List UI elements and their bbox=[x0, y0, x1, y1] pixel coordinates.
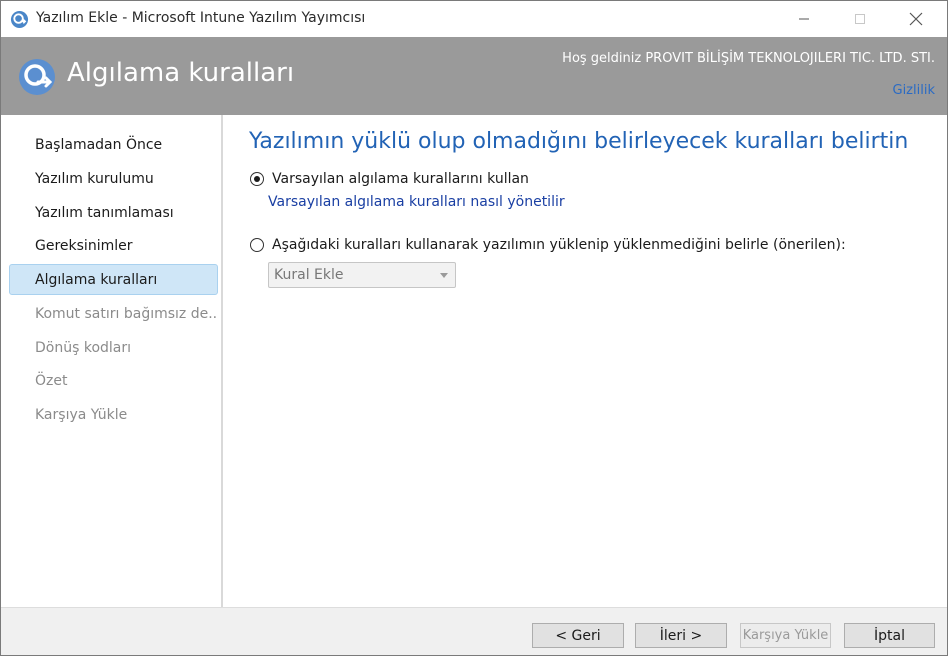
page-title: Algılama kuralları bbox=[67, 58, 295, 88]
maximize-button[interactable] bbox=[837, 1, 883, 37]
back-button[interactable]: < Geri bbox=[532, 623, 624, 648]
sidebar-item-return-codes[interactable]: Dönüş kodları bbox=[9, 332, 218, 363]
section-heading: Yazılımın yüklü olup olmadığını belirley… bbox=[249, 129, 909, 154]
close-button[interactable] bbox=[893, 1, 939, 37]
window-title: Yazılım Ekle - Microsoft Intune Yazılım … bbox=[36, 10, 366, 26]
installer-window: Yazılım Ekle - Microsoft Intune Yazılım … bbox=[0, 0, 948, 656]
wizard-steps-sidebar: Başlamadan Önce Yazılım kurulumu Yazılım… bbox=[1, 115, 223, 607]
sidebar-item-detection-rules[interactable]: Algılama kuralları bbox=[9, 264, 218, 295]
sidebar-item-command-line[interactable]: Komut satırı bağımsız de... bbox=[9, 298, 218, 329]
custom-rules-radio[interactable] bbox=[250, 238, 264, 252]
intune-app-icon bbox=[10, 10, 29, 29]
sidebar-item-requirements[interactable]: Gereksinimler bbox=[9, 230, 218, 261]
page-header: Algılama kuralları Hoş geldiniz PROVIT B… bbox=[1, 37, 947, 115]
sidebar-item-software-setup[interactable]: Yazılım kurulumu bbox=[9, 163, 218, 194]
title-bar: Yazılım Ekle - Microsoft Intune Yazılım … bbox=[1, 1, 947, 37]
add-rule-dropdown-value: Kural Ekle bbox=[274, 267, 344, 283]
sidebar-item-upload[interactable]: Karşıya Yükle bbox=[9, 399, 218, 430]
default-rules-label[interactable]: Varsayılan algılama kurallarını kullan bbox=[272, 171, 529, 187]
add-rule-dropdown[interactable]: Kural Ekle bbox=[268, 262, 456, 288]
chevron-down-icon bbox=[440, 273, 448, 278]
welcome-text: Hoş geldiniz PROVIT BİLİŞİM TEKNOLOJILER… bbox=[562, 51, 935, 66]
next-button[interactable]: İleri > bbox=[635, 623, 727, 648]
sidebar-item-summary[interactable]: Özet bbox=[9, 365, 218, 396]
main-content: Yazılımın yüklü olup olmadığını belirley… bbox=[225, 115, 947, 607]
maximize-icon bbox=[855, 14, 865, 24]
privacy-link[interactable]: Gizlilik bbox=[893, 83, 936, 98]
default-rules-help-link[interactable]: Varsayılan algılama kuralları nasıl yöne… bbox=[268, 194, 565, 210]
minimize-icon bbox=[799, 18, 809, 20]
sidebar-item-before-you-begin[interactable]: Başlamadan Önce bbox=[9, 129, 218, 160]
default-rules-radio[interactable] bbox=[250, 172, 264, 186]
cancel-button[interactable]: İptal bbox=[844, 623, 935, 648]
wizard-footer: < Geri İleri > Karşıya Yükle İptal bbox=[1, 607, 947, 655]
upload-button[interactable]: Karşıya Yükle bbox=[740, 623, 831, 648]
intune-logo-icon bbox=[19, 59, 55, 95]
sidebar-item-software-description[interactable]: Yazılım tanımlaması bbox=[9, 197, 218, 228]
close-icon bbox=[909, 12, 923, 26]
custom-rules-label[interactable]: Aşağıdaki kuralları kullanarak yazılımın… bbox=[272, 237, 846, 253]
minimize-button[interactable] bbox=[781, 1, 827, 37]
